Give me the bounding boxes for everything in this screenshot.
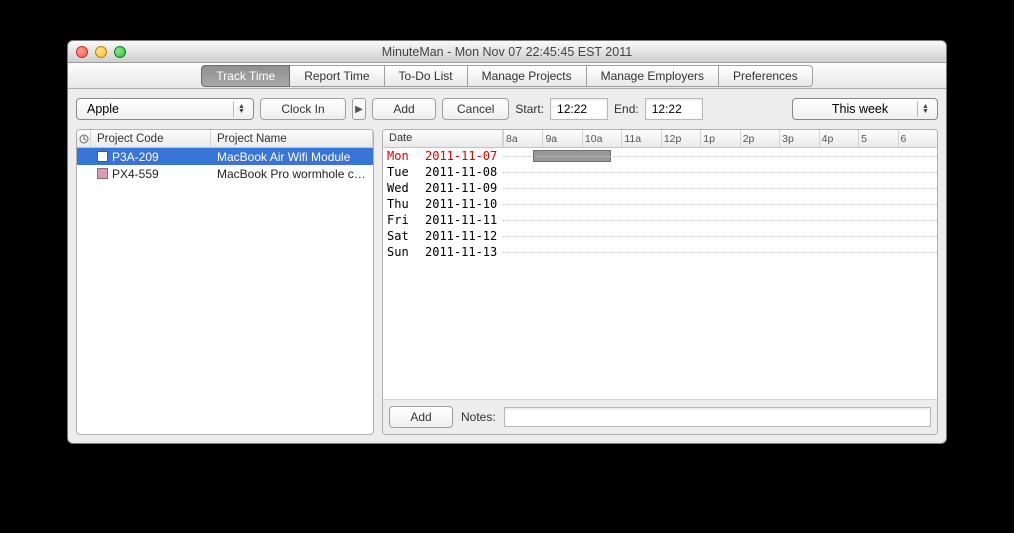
- tab-to-do-list[interactable]: To-Do List: [385, 65, 468, 87]
- employer-select[interactable]: Apple ▲▼: [76, 98, 254, 120]
- day-of-week: Sun: [387, 245, 413, 259]
- notes-label: Notes:: [461, 410, 496, 424]
- project-color-swatch: [97, 168, 108, 179]
- time-entry-bar[interactable]: [533, 150, 611, 162]
- schedule-row[interactable]: Sun 2011-11-13: [383, 244, 937, 260]
- day-grid[interactable]: [503, 244, 937, 260]
- window-title: MinuteMan - Mon Nov 07 22:45:45 EST 2011: [68, 45, 946, 59]
- notes-bar: Add Notes:: [383, 399, 937, 434]
- day-grid[interactable]: [503, 164, 937, 180]
- date-range-value: This week: [803, 102, 917, 116]
- day-of-week: Tue: [387, 165, 413, 179]
- day-of-week: Mon: [387, 149, 413, 163]
- day-of-week: Thu: [387, 197, 413, 211]
- dropdown-arrows-icon: ▲▼: [233, 101, 249, 117]
- project-code-header[interactable]: Project Code: [91, 130, 211, 147]
- main-tabs: Track TimeReport TimeTo-Do ListManage Pr…: [68, 63, 946, 89]
- schedule-row[interactable]: Sat 2011-11-12: [383, 228, 937, 244]
- day-grid[interactable]: [503, 228, 937, 244]
- row-code-cell: P3A-209: [91, 150, 211, 164]
- end-time-field[interactable]: 12:22: [645, 98, 703, 120]
- dropdown-arrows-icon: ▲▼: [917, 101, 933, 117]
- project-name-header[interactable]: Project Name: [211, 130, 373, 147]
- project-list-panel: Project Code Project Name P3A-209 MacBook…: [76, 129, 374, 435]
- date-value: 2011-11-11: [425, 213, 497, 227]
- tab-manage-projects[interactable]: Manage Projects: [468, 65, 587, 87]
- date-value: 2011-11-13: [425, 245, 497, 259]
- schedule-row[interactable]: Tue 2011-11-08: [383, 164, 937, 180]
- tab-report-time[interactable]: Report Time: [290, 65, 384, 87]
- collapse-arrow-icon[interactable]: ▶: [352, 98, 366, 120]
- employer-select-value: Apple: [87, 102, 119, 116]
- hour-tick: 2p: [740, 130, 755, 147]
- date-range-select[interactable]: This week ▲▼: [792, 98, 938, 120]
- hour-tick: 6: [898, 130, 907, 147]
- add-note-button[interactable]: Add: [389, 406, 453, 428]
- hours-header: 8a 9a 10a 11a 12p 1p 2p 3p 4p 5 6: [503, 130, 937, 147]
- day-grid[interactable]: [503, 196, 937, 212]
- hour-tick: 9a: [542, 130, 557, 147]
- hour-tick: 12p: [661, 130, 682, 147]
- schedule-body[interactable]: Mon2011-11-07Tue2011-11-08Wed2011-11-09T…: [383, 148, 937, 399]
- toolbar: Apple ▲▼ Clock In ▶ Add Cancel Start: 12…: [68, 89, 946, 129]
- content-area: Project Code Project Name P3A-209 MacBook…: [68, 129, 946, 443]
- project-row[interactable]: PX4-559 MacBook Pro wormhole c…: [77, 165, 373, 182]
- date-value: 2011-11-12: [425, 229, 497, 243]
- project-code: P3A-209: [112, 150, 159, 164]
- schedule-panel: Date 8a 9a 10a 11a 12p 1p 2p 3p 4p 5 6 Mon 2011-11-…: [382, 129, 938, 435]
- hour-tick: 3p: [779, 130, 794, 147]
- date-value: 2011-11-07: [425, 149, 497, 163]
- tab-track-time[interactable]: Track Time: [201, 65, 290, 87]
- clock-in-button[interactable]: Clock In: [260, 98, 346, 120]
- schedule-row[interactable]: Wed 2011-11-09: [383, 180, 937, 196]
- hour-tick: 1p: [700, 130, 715, 147]
- project-color-swatch: [97, 151, 108, 162]
- hour-tick: 4p: [819, 130, 834, 147]
- row-code-cell: PX4-559: [91, 167, 211, 181]
- minimize-icon[interactable]: [95, 46, 107, 58]
- app-window: MinuteMan - Mon Nov 07 22:45:45 EST 2011…: [67, 40, 947, 444]
- zoom-icon[interactable]: [114, 46, 126, 58]
- project-table-header: Project Code Project Name: [77, 130, 373, 148]
- project-code: PX4-559: [112, 167, 159, 181]
- day-of-week: Fri: [387, 213, 413, 227]
- schedule-row[interactable]: Fri 2011-11-11: [383, 212, 937, 228]
- cancel-button[interactable]: Cancel: [442, 98, 509, 120]
- titlebar: MinuteMan - Mon Nov 07 22:45:45 EST 2011: [68, 41, 946, 63]
- tab-preferences[interactable]: Preferences: [719, 65, 813, 87]
- tab-manage-employers[interactable]: Manage Employers: [587, 65, 719, 87]
- date-value: 2011-11-09: [425, 181, 497, 195]
- end-label: End:: [614, 102, 639, 116]
- hour-tick: 8a: [503, 130, 518, 147]
- day-of-week: Wed: [387, 181, 413, 195]
- schedule-row[interactable]: Mon 2011-11-07: [383, 148, 937, 164]
- day-grid[interactable]: [503, 148, 937, 164]
- traffic-lights: [76, 46, 126, 58]
- start-time-field[interactable]: 12:22: [550, 98, 608, 120]
- hour-tick: 11a: [621, 130, 641, 147]
- schedule-header: Date 8a 9a 10a 11a 12p 1p 2p 3p 4p 5 6: [383, 130, 937, 148]
- date-header[interactable]: Date: [383, 130, 503, 147]
- start-label: Start:: [515, 102, 544, 116]
- hour-tick: 10a: [582, 130, 603, 147]
- project-name: MacBook Air Wifi Module: [211, 150, 373, 164]
- day-grid[interactable]: [503, 180, 937, 196]
- add-entry-button[interactable]: Add: [372, 98, 436, 120]
- day-of-week: Sat: [387, 229, 413, 243]
- project-table-body[interactable]: P3A-209 MacBook Air Wifi Module PX4-559 Mac…: [77, 148, 373, 434]
- hour-tick: 5: [858, 130, 867, 147]
- project-name: MacBook Pro wormhole c…: [211, 167, 373, 181]
- clock-column-icon[interactable]: [77, 130, 91, 147]
- notes-input[interactable]: [504, 407, 931, 427]
- close-icon[interactable]: [76, 46, 88, 58]
- date-value: 2011-11-10: [425, 197, 497, 211]
- day-grid[interactable]: [503, 212, 937, 228]
- project-row[interactable]: P3A-209 MacBook Air Wifi Module: [77, 148, 373, 165]
- schedule-row[interactable]: Thu 2011-11-10: [383, 196, 937, 212]
- date-value: 2011-11-08: [425, 165, 497, 179]
